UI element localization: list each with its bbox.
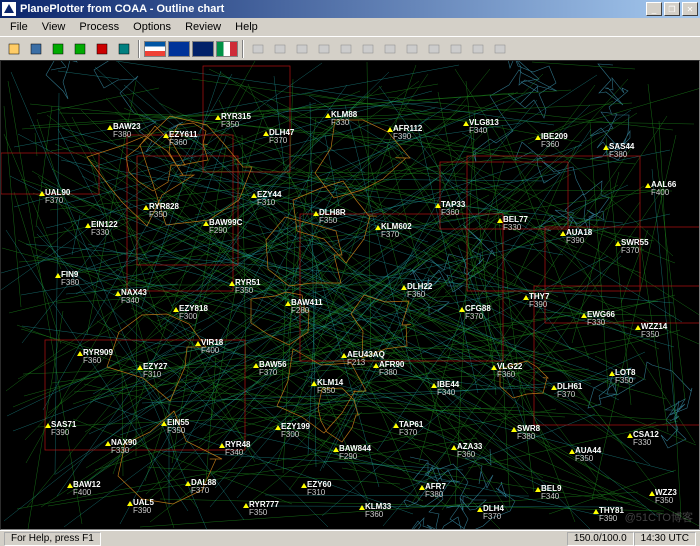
toolbar-slot-9[interactable] — [446, 39, 466, 59]
flag-generic-icon[interactable] — [144, 41, 166, 57]
open-icon[interactable] — [4, 39, 24, 59]
menu-view[interactable]: View — [36, 20, 72, 34]
status-coords: 150.0/100.0 — [567, 532, 634, 546]
statusbar: For Help, press F1 150.0/100.0 14:30 UTC — [0, 530, 700, 546]
toolbar-slot-7[interactable] — [402, 39, 422, 59]
aircraft-icon[interactable] — [70, 39, 90, 59]
menu-help[interactable]: Help — [229, 20, 264, 34]
toolbar — [0, 36, 700, 60]
route-icon[interactable] — [92, 39, 112, 59]
toolbar-slot-0[interactable] — [248, 39, 268, 59]
app-icon — [2, 2, 16, 16]
toolbar-slot-11[interactable] — [490, 39, 510, 59]
titlebar: PlanePlotter from COAA - Outline chart _… — [0, 0, 700, 18]
list-icon[interactable] — [114, 39, 134, 59]
maximize-button[interactable]: ❐ — [664, 2, 680, 16]
flag-uk-icon[interactable] — [192, 41, 214, 57]
menubar: FileViewProcessOptionsReviewHelp — [0, 18, 700, 36]
outline-chart[interactable]: @51CTO博客 BAW23F380EZY611F360RYR315F350DL… — [0, 60, 700, 530]
menu-options[interactable]: Options — [127, 20, 177, 34]
save-icon[interactable] — [26, 39, 46, 59]
window-title: PlanePlotter from COAA - Outline chart — [20, 3, 646, 15]
menu-review[interactable]: Review — [179, 20, 227, 34]
toolbar-slot-6[interactable] — [380, 39, 400, 59]
close-button[interactable]: ✕ — [682, 2, 698, 16]
toolbar-slot-10[interactable] — [468, 39, 488, 59]
menu-file[interactable]: File — [4, 20, 34, 34]
menu-process[interactable]: Process — [73, 20, 125, 34]
toolbar-slot-4[interactable] — [336, 39, 356, 59]
status-help: For Help, press F1 — [4, 532, 101, 546]
status-time: 14:30 UTC — [634, 532, 696, 546]
flag-eu-icon[interactable] — [168, 41, 190, 57]
toolbar-slot-3[interactable] — [314, 39, 334, 59]
minimize-button[interactable]: _ — [646, 2, 662, 16]
flag-it-icon[interactable] — [216, 41, 238, 57]
toolbar-slot-1[interactable] — [270, 39, 290, 59]
toolbar-slot-2[interactable] — [292, 39, 312, 59]
radar-icon[interactable] — [48, 39, 68, 59]
route-network — [1, 61, 700, 530]
toolbar-slot-5[interactable] — [358, 39, 378, 59]
toolbar-slot-8[interactable] — [424, 39, 444, 59]
